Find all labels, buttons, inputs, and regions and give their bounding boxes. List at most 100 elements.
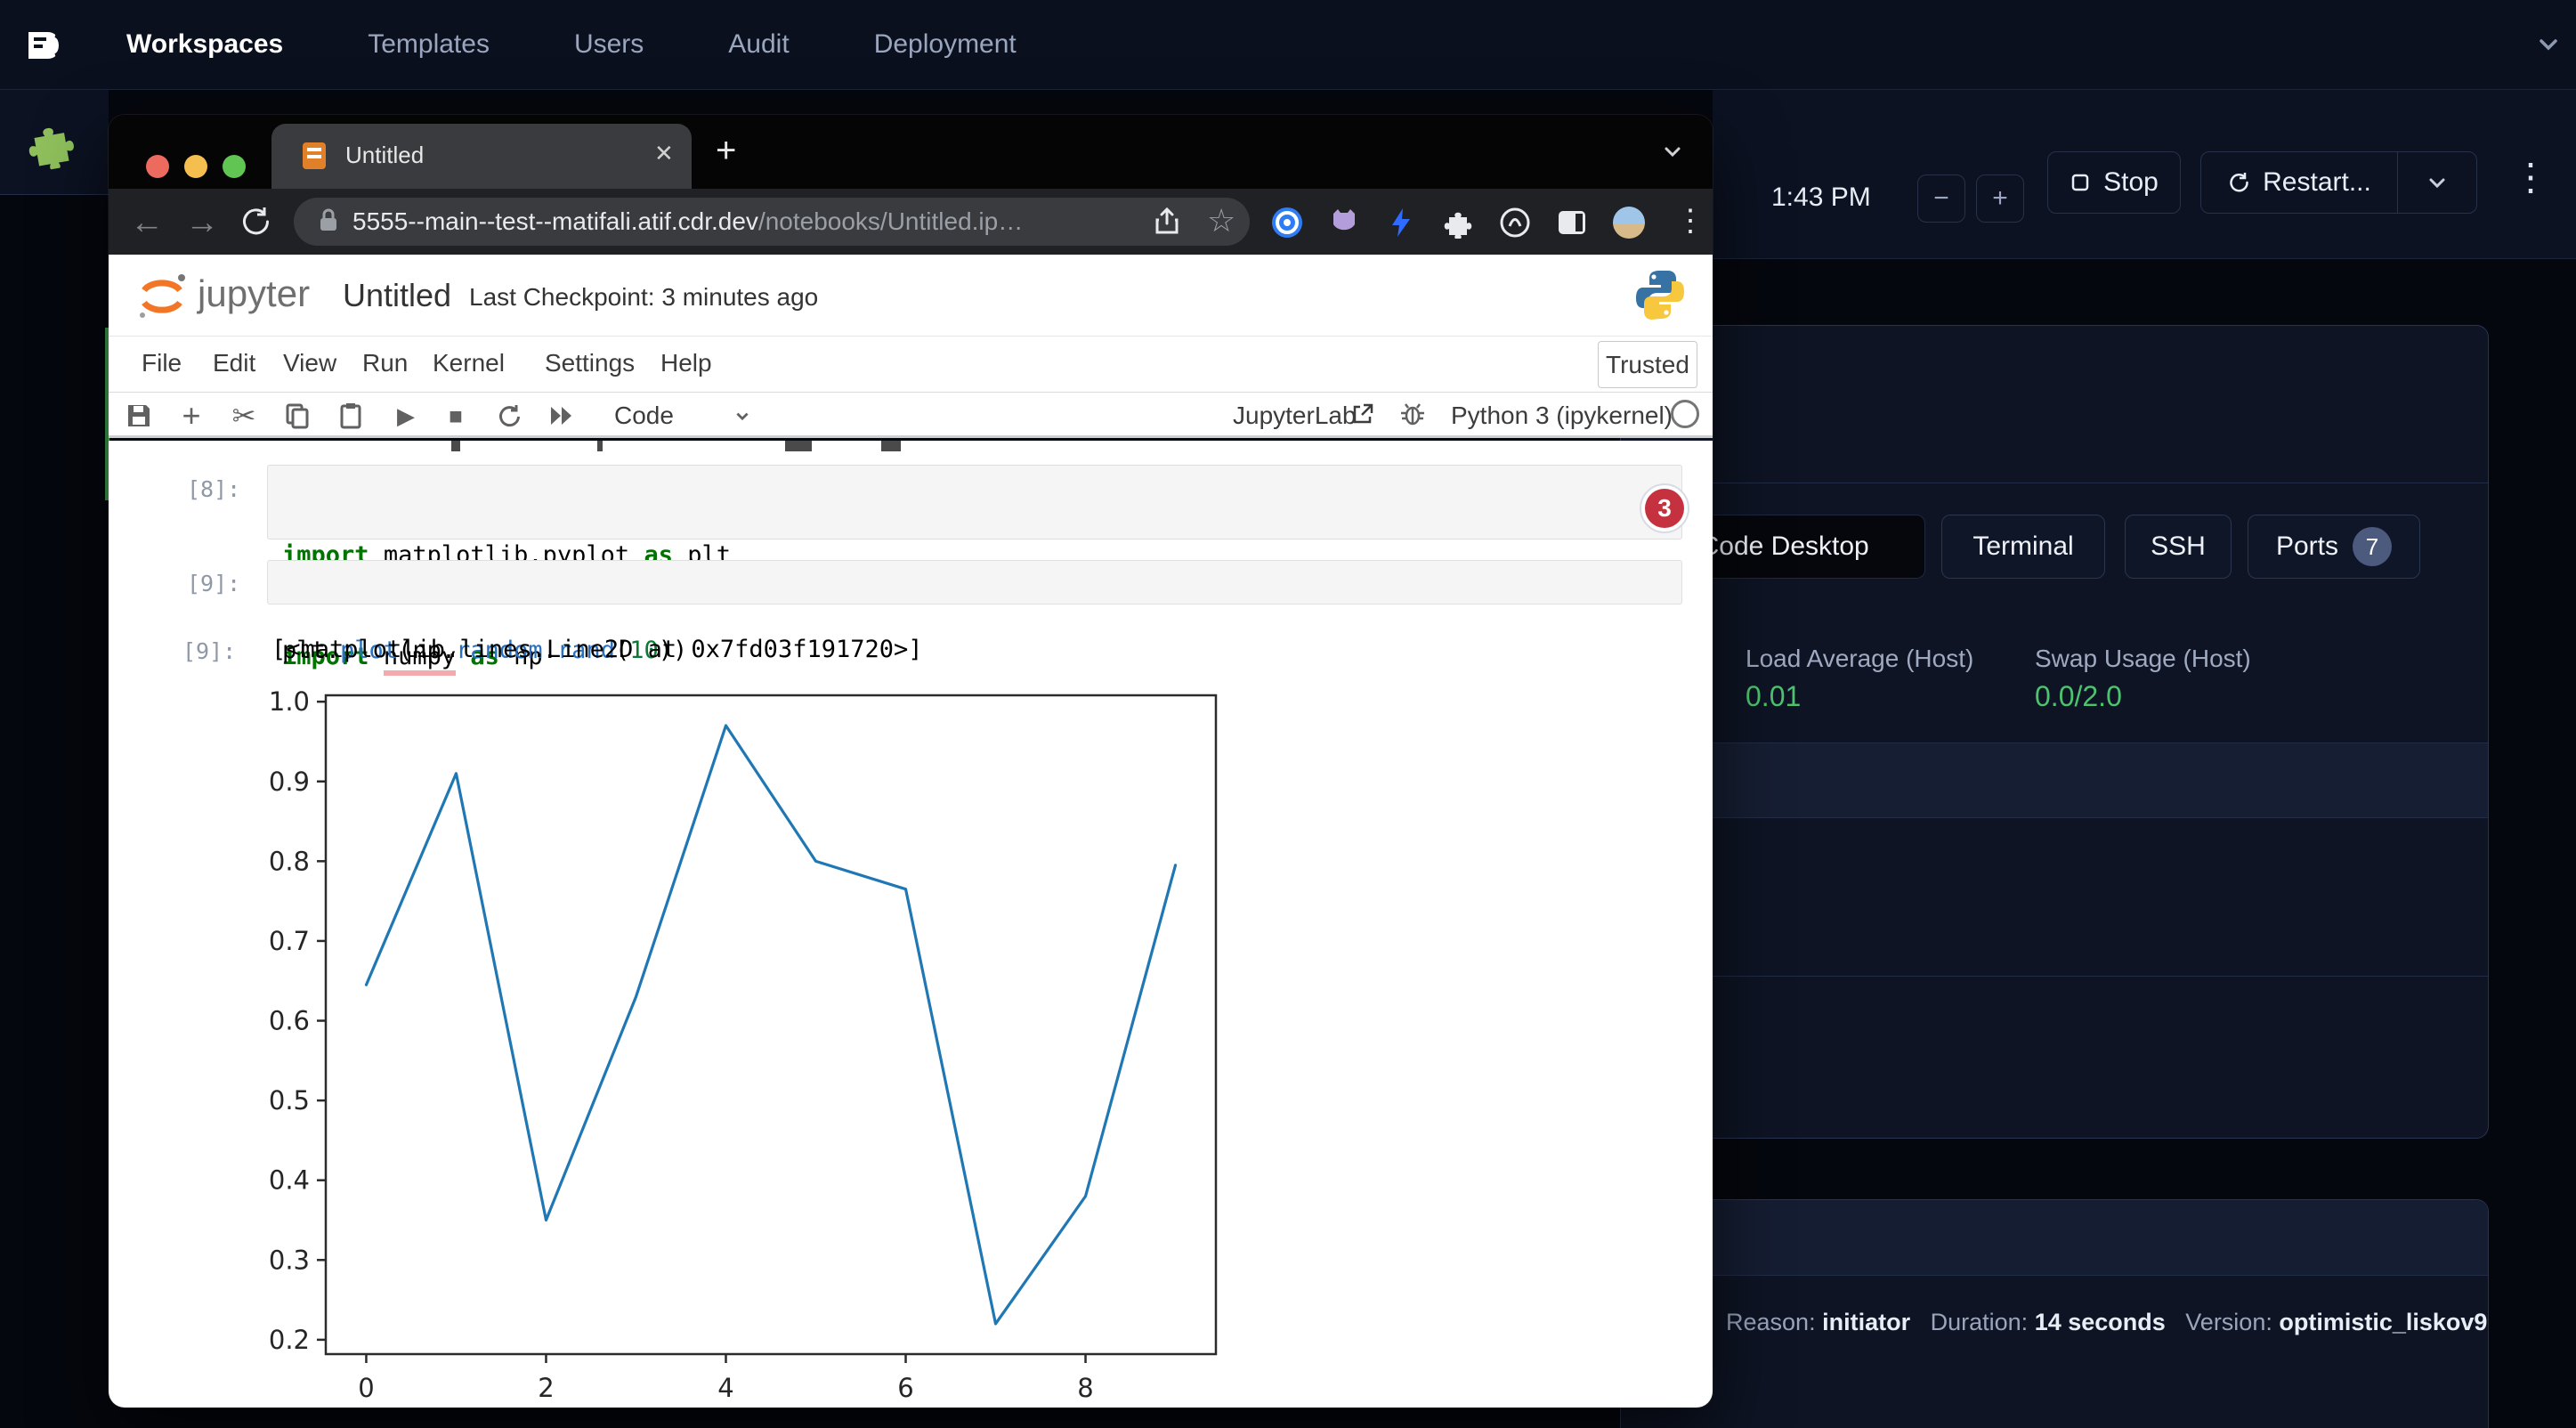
notification-badge[interactable]: 3 [1640,483,1689,533]
extension-lightning-icon[interactable] [1385,207,1417,239]
share-icon[interactable] [1154,207,1180,240]
tab-search-chevron-icon[interactable] [1659,138,1686,169]
save-icon[interactable] [121,398,157,434]
stat-swap-usage-label: Swap Usage (Host) [2035,645,2251,673]
browser-tab-untitled[interactable]: Untitled ✕ [271,124,692,189]
output-prompt: [9]: [182,638,236,664]
zoom-in-button[interactable]: + [1976,174,2024,223]
python-logo-icon [1632,267,1688,327]
jupyterlab-link[interactable]: JupyterLab [1233,402,1357,430]
menu-run[interactable]: Run [362,349,408,377]
extensions-puzzle-icon[interactable] [1442,207,1474,239]
window-close-button[interactable] [146,155,169,178]
chevron-down-icon [2424,169,2450,196]
user-menu-chevron-down-icon[interactable] [2535,31,2562,62]
menu-settings[interactable]: Settings [545,349,635,377]
nav-item-users[interactable]: Users [574,29,644,60]
notebook-title[interactable]: Untitled [343,277,451,314]
version-value: optimistic_liskov9 [2279,1309,2487,1335]
run-all-icon[interactable] [544,398,579,434]
restart-icon [2227,171,2250,194]
forward-icon[interactable]: → [185,204,219,242]
copy-cell-icon[interactable] [279,398,315,434]
nav-item-workspaces[interactable]: Workspaces [126,29,283,60]
code-cell-9[interactable]: plt.plot(np.random.rand(10)) [267,560,1682,604]
extension-ghostery-icon[interactable] [1499,207,1531,239]
matplotlib-figure: 0.20.30.40.50.60.70.80.91.002468 [267,679,1228,1408]
stop-workspace-button[interactable]: Stop [2047,151,2181,214]
reason-value: initiator [1822,1309,1910,1335]
kernel-status-icon [1671,400,1699,428]
output-text: [<matplotlib.lines.Line2D at 0x7fd03f191… [271,636,923,663]
interrupt-kernel-icon[interactable]: ■ [438,398,474,434]
menu-edit[interactable]: Edit [213,349,255,377]
svg-text:2: 2 [538,1373,554,1403]
lock-icon [317,207,340,238]
paste-cell-icon[interactable] [333,398,369,434]
nav-item-audit[interactable]: Audit [728,29,789,60]
tab-label: SSH [2151,531,2206,562]
bookmark-star-icon[interactable]: ☆ [1207,202,1235,239]
browser-menu-icon[interactable]: ⋮ [1675,203,1705,239]
svg-text:4: 4 [717,1373,733,1403]
browser-tab-strip: Untitled ✕ + [109,115,1713,189]
ports-count-badge: 7 [2353,527,2392,566]
back-icon[interactable]: ← [130,204,164,242]
menu-file[interactable]: File [142,349,182,377]
cell-type-dropdown[interactable]: Code [614,402,674,430]
svg-text:0.2: 0.2 [269,1325,310,1355]
user-avatar[interactable] [2466,15,2523,72]
version-label: Version: [2185,1309,2272,1335]
svg-text:8: 8 [1077,1373,1093,1403]
restart-workspace-button[interactable]: Restart... [2200,151,2398,214]
workspace-subheader-left [0,90,109,195]
tab-label: Terminal [1973,531,2073,562]
new-tab-button[interactable]: + [716,131,736,171]
menu-kernel[interactable]: Kernel [433,349,505,377]
extension-github-icon[interactable] [1328,207,1360,239]
jupyter-menubar: File Edit View Run Kernel Settings Help … [109,337,1713,393]
cell-type-chevron-icon[interactable] [732,405,753,431]
puzzle-icon[interactable] [19,110,92,178]
coder-logo-icon[interactable] [20,21,68,74]
address-bar[interactable]: 5555--main--test--matifali.atif.cdr.dev/… [294,198,1250,246]
workspace-overflow-menu-button[interactable]: ⋮ [2512,158,2549,196]
checkpoint-status: Last Checkpoint: 3 minutes ago [469,283,818,312]
code-cell-8[interactable]: import matplotlib.pyplot as plt import n… [267,465,1682,540]
tab-ssh[interactable]: SSH [2125,515,2232,579]
side-panel-icon[interactable] [1556,207,1588,239]
screen: Workspaces Templates Users Audit Deploym… [0,0,2576,1428]
menu-help[interactable]: Help [660,349,712,377]
external-link-icon[interactable] [1351,402,1374,430]
svg-text:0.3: 0.3 [269,1245,310,1275]
restart-options-chevron-button[interactable] [2397,151,2477,214]
nav-item-deployment[interactable]: Deployment [874,29,1017,60]
input-prompt: [9]: [187,571,240,596]
window-minimize-button[interactable] [184,155,207,178]
url-path: /notebooks/Untitled.ip… [758,207,1023,236]
tab-close-icon[interactable]: ✕ [654,140,674,167]
svg-text:0.9: 0.9 [269,767,310,797]
tab-ports[interactable]: Ports 7 [2248,515,2420,579]
tab-terminal[interactable]: Terminal [1941,515,2105,579]
debugger-bug-icon[interactable] [1399,401,1426,432]
tab-title: Untitled [345,142,424,169]
cut-cell-icon[interactable]: ✂ [226,398,262,434]
svg-text:0.8: 0.8 [269,846,310,876]
workspace-build-card: Reason: initiator Duration: 14 seconds V… [1620,1199,2489,1428]
menu-view[interactable]: View [283,349,336,377]
run-cell-icon[interactable]: ▶ [388,398,424,434]
restart-kernel-icon[interactable] [491,398,527,434]
stop-square-icon [2070,172,2091,193]
zoom-out-button[interactable]: − [1917,174,1965,223]
kernel-name[interactable]: Python 3 (ipykernel) [1451,402,1673,430]
reload-icon[interactable] [239,204,272,242]
window-zoom-button[interactable] [223,155,246,178]
extension-1password-icon[interactable] [1271,207,1303,239]
nav-item-templates[interactable]: Templates [368,29,490,60]
clock-time: 1:43 PM [1771,183,1871,213]
jupyter-header: jupyter Untitled Last Checkpoint: 3 minu… [109,255,1713,337]
trusted-button[interactable]: Trusted [1598,341,1697,388]
add-cell-icon[interactable]: + [174,398,209,434]
browser-profile-avatar[interactable] [1613,207,1645,239]
